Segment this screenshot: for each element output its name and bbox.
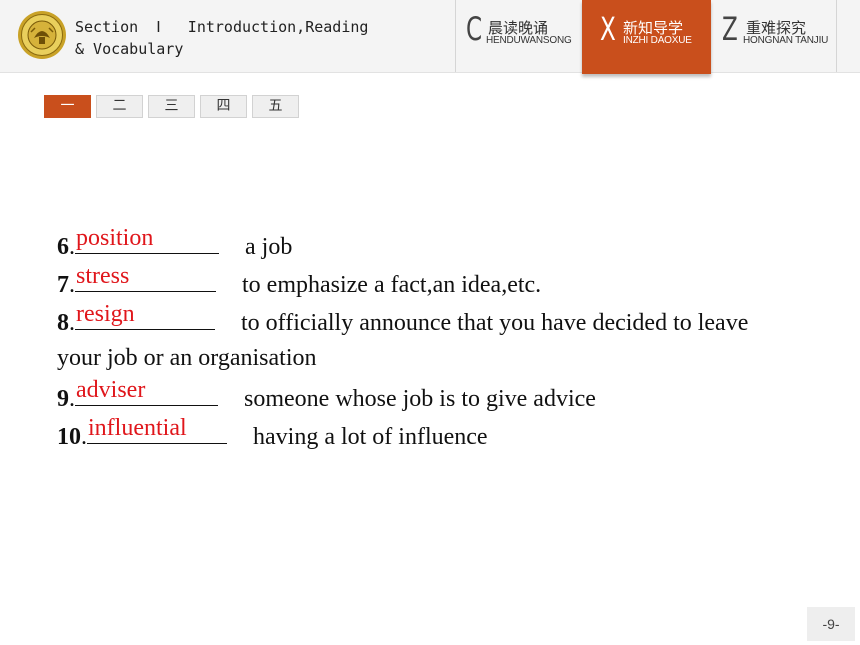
nav-xinzhi-daoxue[interactable]: X 新知导学 INZHI DAOXUE bbox=[582, 0, 711, 74]
section-title-line-2: & Vocabulary bbox=[75, 40, 184, 58]
definition-text: to emphasize a fact,an idea,etc. bbox=[242, 272, 542, 298]
answer-text: adviser bbox=[76, 377, 146, 403]
item-number: 7 bbox=[57, 272, 69, 298]
nav-label-pinyin: HONGNAN TANJIU bbox=[743, 35, 829, 46]
item-number: 8 bbox=[57, 310, 69, 336]
header-bar: Section Ⅰ Introduction,Reading & Vocabul… bbox=[0, 0, 860, 74]
nav-letter: X bbox=[600, 10, 616, 48]
section-title-line-1: Section Ⅰ Introduction,Reading bbox=[75, 18, 369, 36]
answer-text: resign bbox=[76, 301, 135, 327]
vocabulary-exercise: 6. position a job 7. stress to emphasize a f… bbox=[57, 225, 817, 453]
answer-blank: adviser bbox=[75, 377, 218, 406]
section-title: Section Ⅰ Introduction,Reading & Vocabul… bbox=[75, 16, 368, 60]
item-number: 6 bbox=[57, 234, 69, 260]
nav-divider bbox=[836, 0, 837, 72]
exercise-item: 6. position a job bbox=[57, 225, 817, 263]
item-number: 10 bbox=[57, 424, 81, 450]
nav-label-pinyin: INZHI DAOXUE bbox=[623, 35, 692, 46]
nav-letter: C bbox=[466, 10, 483, 48]
definition-text: someone whose job is to give advice bbox=[244, 386, 596, 412]
nav-chendu-wansong[interactable]: C 晨读晚诵 HENDUWANSONG bbox=[456, 0, 581, 72]
nav-letter: Z bbox=[722, 10, 738, 48]
answer-blank: influential bbox=[87, 415, 227, 444]
tab-2[interactable]: 二 bbox=[96, 95, 143, 118]
answer-text: influential bbox=[88, 415, 187, 441]
page-number: -9- bbox=[807, 607, 855, 641]
nav-label-pinyin: HENDUWANSONG bbox=[486, 35, 572, 46]
exercise-item: 8. resign to officially announce that you … bbox=[57, 301, 817, 339]
answer-blank: resign bbox=[75, 301, 215, 330]
definition-text: having a lot of influence bbox=[253, 424, 488, 450]
definition-text: to officially announce that you have dec… bbox=[241, 310, 749, 336]
nav-zhongnan-tanjiu[interactable]: Z 重难探究 HONGNAN TANJIU bbox=[712, 0, 836, 72]
tab-3[interactable]: 三 bbox=[148, 95, 195, 118]
answer-text: stress bbox=[76, 263, 130, 289]
answer-blank: position bbox=[75, 225, 219, 254]
tab-1[interactable]: 一 bbox=[44, 95, 91, 118]
definition-continuation: your job or an organisation bbox=[57, 345, 317, 371]
exercise-item: 7. stress to emphasize a fact,an idea,etc. bbox=[57, 263, 817, 301]
exercise-item: 10. influential having a lot of influence bbox=[57, 415, 817, 453]
exercise-item: 9. adviser someone whose job is to give ad… bbox=[57, 377, 817, 415]
answer-text: position bbox=[76, 225, 154, 251]
tab-4[interactable]: 四 bbox=[200, 95, 247, 118]
definition-text: a job bbox=[245, 234, 293, 260]
tab-5[interactable]: 五 bbox=[252, 95, 299, 118]
answer-blank: stress bbox=[75, 263, 216, 292]
exercise-item-continuation: your job or an organisation bbox=[57, 339, 817, 377]
school-emblem-icon bbox=[18, 11, 66, 59]
item-number: 9 bbox=[57, 386, 69, 412]
